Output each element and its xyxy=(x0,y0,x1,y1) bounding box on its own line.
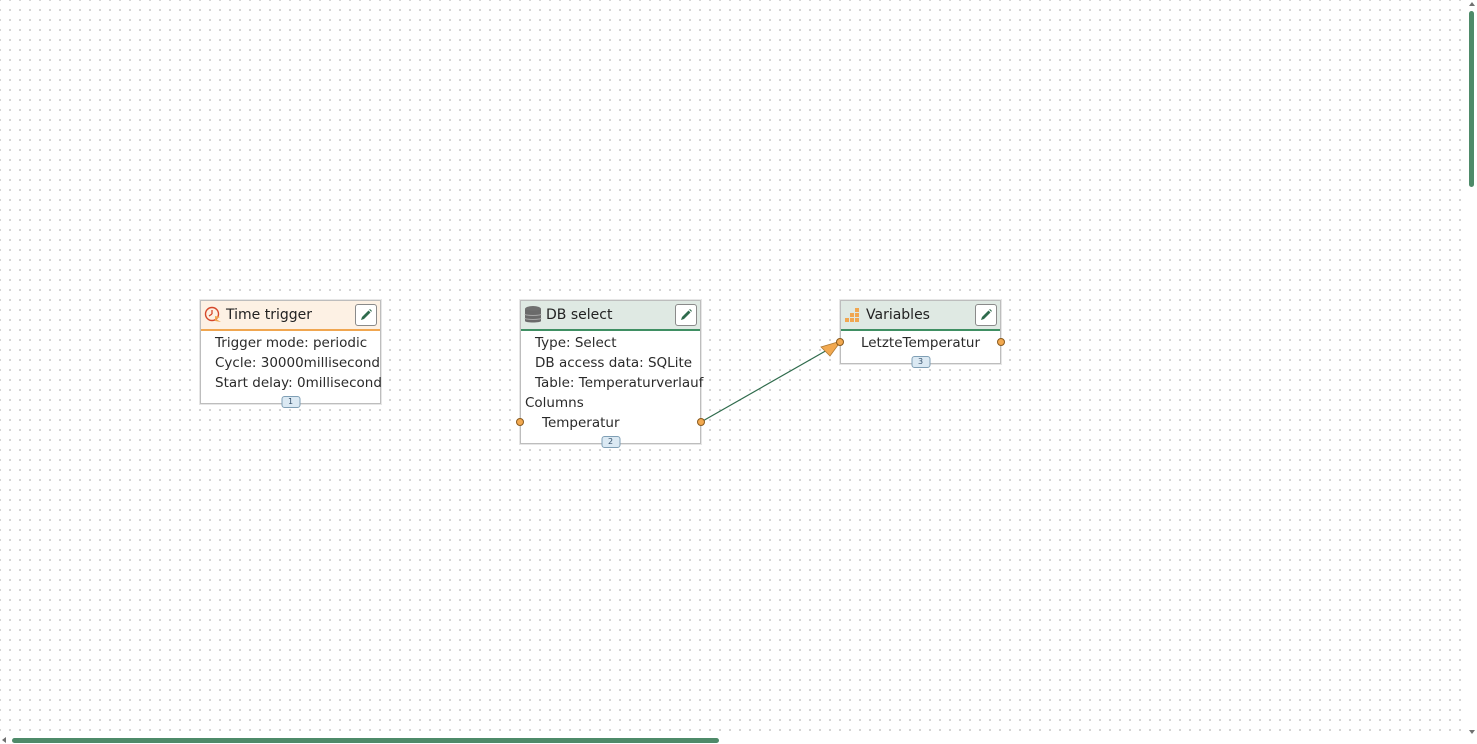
flow-canvas[interactable]: Time trigger Trigger mode: periodic Cycl… xyxy=(0,0,1466,736)
node-title: Time trigger xyxy=(226,307,312,323)
pencil-icon xyxy=(361,309,372,320)
node-header[interactable]: DB select xyxy=(521,301,700,331)
output-port[interactable] xyxy=(697,418,705,426)
node-header[interactable]: Time trigger xyxy=(201,301,380,331)
clock-trigger-icon xyxy=(204,306,222,324)
node-property: LetzteTemperatur xyxy=(860,335,981,351)
pencil-icon xyxy=(681,309,692,320)
connection-dbselect-to-variables[interactable] xyxy=(700,344,837,423)
node-property: Table: Temperaturverlauf xyxy=(535,375,704,391)
input-port[interactable] xyxy=(516,418,524,426)
node-title: DB select xyxy=(546,307,613,323)
vertical-scroll-thumb[interactable] xyxy=(1469,11,1474,187)
scroll-up-icon[interactable] xyxy=(1469,2,1475,6)
columns-label: Columns xyxy=(525,395,584,411)
node-header[interactable]: Variables xyxy=(841,301,1000,331)
column-item: Temperatur xyxy=(542,415,620,431)
node-property: DB access data: SQLite xyxy=(535,355,693,371)
horizontal-scrollbar[interactable] xyxy=(0,736,1466,744)
node-property: Trigger mode: periodic xyxy=(215,335,368,351)
variables-icon xyxy=(844,306,862,324)
edit-button[interactable] xyxy=(975,304,997,326)
scroll-down-icon[interactable] xyxy=(1469,730,1475,734)
node-time-trigger[interactable]: Time trigger Trigger mode: periodic Cycl… xyxy=(200,300,382,408)
pencil-icon xyxy=(981,309,992,320)
scrollbar-corner xyxy=(1466,736,1477,744)
node-number-badge: 3 xyxy=(911,356,930,368)
node-db-select[interactable]: DB select Type: Select DB access data: S… xyxy=(516,300,705,448)
node-number-badge: 1 xyxy=(281,396,300,408)
node-title: Variables xyxy=(866,307,930,323)
input-port[interactable] xyxy=(836,338,844,346)
node-number-badge: 2 xyxy=(601,436,620,448)
node-property: Cycle: 30000millisecond xyxy=(215,355,380,371)
node-variables[interactable]: Variables LetzteTemperatur 3 xyxy=(836,300,1005,368)
output-port[interactable] xyxy=(997,338,1005,346)
node-property: Type: Select xyxy=(535,335,617,351)
scroll-left-icon[interactable] xyxy=(2,737,6,743)
vertical-scrollbar[interactable] xyxy=(1466,0,1477,736)
database-icon xyxy=(524,305,542,325)
node-property: Start delay: 0millisecond xyxy=(215,375,382,391)
horizontal-scroll-thumb[interactable] xyxy=(12,738,719,743)
edit-button[interactable] xyxy=(355,304,377,326)
edit-button[interactable] xyxy=(675,304,697,326)
